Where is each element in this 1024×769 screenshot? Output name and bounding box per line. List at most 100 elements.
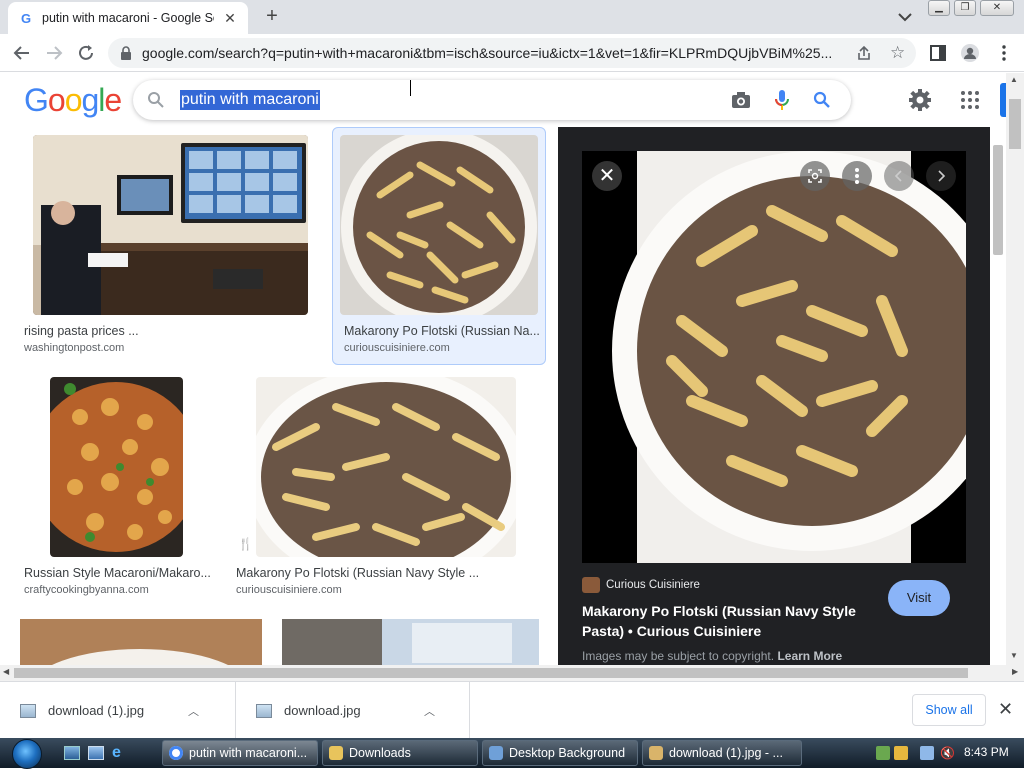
scroll-down-arrow-icon[interactable]: ▼: [1010, 651, 1018, 660]
logo-letter: o: [47, 82, 66, 118]
visit-button[interactable]: Visit: [888, 580, 950, 616]
volume-muted-icon[interactable]: 🔇: [940, 746, 955, 760]
result-source[interactable]: washingtonpost.com: [24, 342, 124, 354]
preview-scrollbar[interactable]: [990, 127, 1006, 665]
address-bar[interactable]: google.com/search?q=putin+with+macaroni&…: [108, 38, 916, 68]
reload-icon[interactable]: [76, 43, 96, 63]
close-preview-icon[interactable]: ✕: [592, 161, 622, 191]
result-source[interactable]: curiouscuisiniere.com: [344, 342, 450, 354]
logo-letter: g: [81, 82, 99, 118]
taskbar-button[interactable]: Downloads: [322, 740, 478, 766]
start-button[interactable]: [12, 739, 42, 769]
image-file-icon: [256, 703, 272, 718]
gear-icon[interactable]: [908, 88, 932, 112]
taskbar-button-label: Desktop Background: [509, 746, 626, 760]
visual-search-icon[interactable]: [800, 161, 830, 191]
download-shelf: download (1).jpg ︿ download.jpg ︿ Show a…: [0, 681, 1024, 739]
tray-app-icon[interactable]: [894, 746, 908, 760]
result-card-selected[interactable]: Makarony Po Flotski (Russian Na... curio…: [332, 127, 546, 365]
new-tab-icon[interactable]: +: [262, 6, 282, 27]
url-text[interactable]: google.com/search?q=putin+with+macaroni&…: [142, 45, 842, 61]
result-source[interactable]: curiouscuisiniere.com: [236, 584, 342, 596]
restore-icon[interactable]: ❐: [954, 0, 976, 16]
result-card[interactable]: Russian Style Macaroni/Makaro... craftyc…: [20, 377, 212, 599]
result-source[interactable]: craftycookingbyanna.com: [24, 584, 149, 596]
scrollbar-thumb[interactable]: [993, 145, 1003, 255]
search-submit-icon[interactable]: [813, 91, 831, 109]
lock-icon[interactable]: [120, 46, 132, 60]
camera-lens-icon[interactable]: [731, 91, 751, 109]
more-options-icon[interactable]: [842, 161, 872, 191]
site-favicon-icon: [582, 577, 600, 593]
forward-arrow-icon[interactable]: [44, 43, 64, 63]
next-image-icon[interactable]: [926, 161, 956, 191]
window-close-icon[interactable]: ✕: [980, 0, 1014, 16]
internet-explorer-icon[interactable]: e: [112, 745, 128, 761]
scroll-right-arrow-icon[interactable]: ▶: [1012, 667, 1018, 676]
tab-close-icon[interactable]: ✕: [222, 10, 238, 26]
google-apps-icon[interactable]: [960, 90, 980, 110]
search-box[interactable]: putin with macaroni: [133, 80, 851, 120]
learn-more-link[interactable]: Learn More: [777, 649, 842, 663]
back-arrow-icon[interactable]: [12, 43, 32, 63]
tab-strip: G putin with macaroni - Google Se ✕ + ▁ …: [0, 0, 1024, 34]
taskbar-button[interactable]: Desktop Background: [482, 740, 638, 766]
microphone-icon[interactable]: [773, 89, 791, 111]
scrollbar-thumb[interactable]: [14, 668, 968, 678]
show-all-downloads-button[interactable]: Show all: [912, 694, 986, 726]
page-horizontal-scrollbar[interactable]: ◀ ▶: [0, 665, 1024, 681]
chevron-up-icon[interactable]: ︿: [424, 703, 435, 719]
download-item[interactable]: download.jpg ︿: [236, 682, 470, 739]
folder-icon: [329, 746, 343, 760]
download-filename[interactable]: download (1).jpg: [48, 703, 188, 718]
result-thumbnail-partial[interactable]: [20, 619, 262, 665]
result-card[interactable]: rising pasta prices ... washingtonpost.c…: [20, 135, 316, 365]
google-logo[interactable]: Google: [24, 82, 122, 119]
page-vertical-scrollbar[interactable]: ▲ ▼: [1006, 73, 1024, 665]
share-icon[interactable]: [856, 45, 872, 61]
clock[interactable]: 8:43 PM: [964, 745, 1009, 759]
close-download-shelf-icon[interactable]: ✕: [998, 699, 1013, 720]
scrollbar-thumb[interactable]: [1009, 99, 1021, 149]
show-desktop-icon[interactable]: [64, 746, 80, 760]
chevron-up-icon[interactable]: ︿: [188, 703, 199, 719]
result-thumbnail-pasta[interactable]: [340, 135, 538, 315]
preview-title[interactable]: Makarony Po Flotski (Russian Navy Style …: [582, 601, 872, 641]
search-input[interactable]: putin with macaroni: [180, 90, 320, 110]
scroll-left-arrow-icon[interactable]: ◀: [3, 667, 9, 676]
result-thumbnail-pasta-bowl[interactable]: [256, 377, 516, 557]
paint-icon: [649, 746, 663, 760]
preview-source[interactable]: Curious Cuisiniere: [582, 577, 700, 593]
browser-tab[interactable]: G putin with macaroni - Google Se ✕: [8, 2, 248, 34]
result-title[interactable]: Makarony Po Flotski (Russian Na...: [344, 324, 540, 338]
minimize-icon[interactable]: ▁: [928, 0, 950, 16]
result-title[interactable]: rising pasta prices ...: [24, 324, 304, 338]
window-controls: ▁ ❐ ✕: [928, 0, 1018, 18]
result-title[interactable]: Makarony Po Flotski (Russian Navy Style …: [236, 566, 536, 580]
preview-image[interactable]: [582, 151, 1012, 563]
bookmark-star-icon[interactable]: ☆: [890, 43, 905, 63]
taskbar-button[interactable]: download (1).jpg - ...: [642, 740, 802, 766]
side-panel-icon[interactable]: [928, 43, 948, 63]
image-file-icon: [20, 703, 36, 718]
download-item[interactable]: download (1).jpg ︿: [0, 682, 236, 739]
text-cursor: [410, 80, 418, 96]
tray-app-icon[interactable]: [876, 746, 890, 760]
result-thumbnail-office[interactable]: [33, 135, 308, 315]
taskbar-button[interactable]: putin with macaroni...: [162, 740, 318, 766]
result-thumbnail-fusilli[interactable]: [50, 377, 183, 557]
result-title[interactable]: Russian Style Macaroni/Makaro...: [24, 566, 210, 580]
logo-letter: o: [64, 82, 83, 118]
google-header: Google putin with macaroni: [0, 73, 1006, 127]
previous-image-icon[interactable]: [884, 161, 914, 191]
preview-source-name[interactable]: Curious Cuisiniere: [606, 579, 700, 591]
profile-avatar-icon[interactable]: [960, 43, 980, 63]
switch-windows-icon[interactable]: [88, 746, 104, 760]
result-card[interactable]: 🍴 Makarony Po Flotski (Russian Navy Styl…: [232, 377, 542, 599]
result-thumbnail-partial[interactable]: [282, 619, 539, 665]
browser-menu-icon[interactable]: [994, 43, 1014, 63]
tab-search-chevron-icon[interactable]: [896, 9, 914, 25]
download-filename[interactable]: download.jpg: [284, 703, 424, 718]
scroll-up-arrow-icon[interactable]: ▲: [1010, 75, 1018, 84]
network-icon[interactable]: [920, 746, 934, 760]
